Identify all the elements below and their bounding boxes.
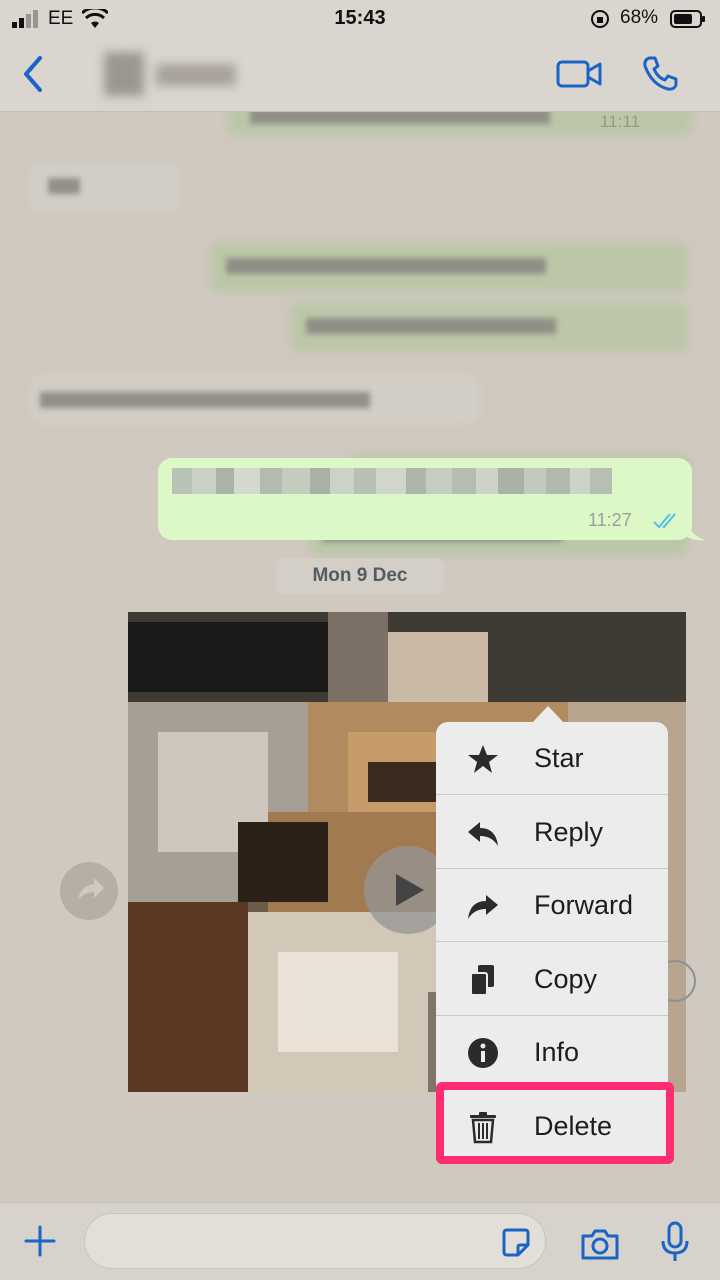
menu-item-copy[interactable]: Copy [436,943,668,1016]
double-check-icon [653,513,676,529]
forward-icon [468,895,498,919]
menu-item-label: Copy [534,964,598,994]
message-time: 11:11 [600,112,641,131]
battery-percent: 68% [620,7,659,28]
message-text-pixelated [172,468,612,494]
blurred-text [250,112,550,124]
menu-item-info[interactable]: Info [436,1016,668,1089]
menu-item-label: Reply [534,817,604,847]
blurred-text [306,318,556,334]
star-icon [468,745,498,773]
menu-item-label: Info [534,1037,580,1067]
chat-header [0,38,720,112]
camera-icon[interactable] [580,1227,620,1261]
contact-name-blurred[interactable] [96,48,246,100]
sticker-icon[interactable] [500,1227,532,1259]
status-bar: EE 15:43 68% [0,0,720,38]
rotation-lock-icon [591,10,609,28]
chevron-left-icon[interactable] [20,54,46,94]
info-icon [468,1038,498,1068]
menu-item-reply[interactable]: Reply [436,796,668,869]
plus-icon[interactable] [22,1223,58,1259]
menu-item-forward[interactable]: Forward [436,869,668,942]
blurred-text [48,178,80,194]
reply-icon [468,822,498,846]
blurred-text [40,392,370,408]
menu-item-star[interactable]: Star [436,722,668,795]
delete-highlight-box [436,1082,674,1164]
date-separator: Mon 9 Dec [276,558,444,594]
menu-item-label: Star [534,743,584,773]
blurred-text [226,258,546,274]
phone-icon[interactable] [640,54,680,94]
message-time: 11:27 [588,510,632,530]
battery-icon [670,10,705,28]
video-camera-icon[interactable] [556,58,602,90]
bubble-tail [684,512,706,541]
message-input[interactable] [84,1213,546,1269]
share-icon[interactable] [60,862,118,920]
message-composer [0,1202,720,1280]
copy-icon [470,965,494,996]
menu-item-label: Forward [534,890,634,920]
status-time: 15:43 [334,7,386,29]
microphone-icon[interactable] [660,1221,690,1263]
